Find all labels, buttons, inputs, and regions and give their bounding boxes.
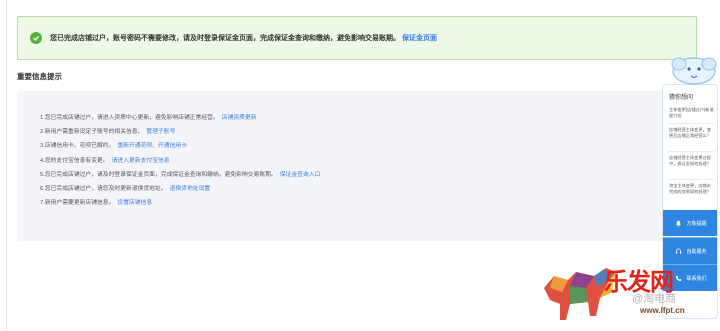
helper-question[interactable]: 淘宝主体变更，店铺未完成的交易如何处理？ [669,183,715,194]
helper-question[interactable]: 主体变更(店铺过户)新流程介绍 [669,107,715,118]
notice-text: 6.您已完成店铺过户，请您及时更新退换货地址。 [40,185,167,192]
notice-item: 5.您已完成店铺过户，请及时登录保证金页面，完成保证金查询和缴纳，避免影响交易账… [40,168,320,182]
notice-text: 4.您的支付宝信息有变更。 [40,157,109,164]
watermark-site: www.lfpt.cn [640,306,685,315]
divider [668,179,714,180]
page-left-border [6,0,7,331]
self-service-button[interactable]: 自助服务 [663,237,717,264]
contact-us-button-label: 联系我们 [686,275,707,282]
notice-link-qualification-update[interactable]: 店铺资质更新 [222,115,257,121]
success-message: 您已完成店铺过户，账号密码不需要修改，请及时登录保证金页面，完成保证金查询和缴纳… [50,33,437,43]
watermark-caption: @淘电商 [632,293,677,305]
notice-link-return-address[interactable]: 退换货地址设置 [170,186,211,192]
helper-question[interactable]: 店铺经营主体变更，变更后店铺正常经营么？ [669,127,715,138]
self-service-button-label: 自助服务 [686,248,707,255]
notice-item: 7.新用户需要更新店铺信息。 设置店铺信息 [40,196,320,210]
reminder-button[interactable]: 万象提醒 [663,210,717,236]
divider [668,123,714,124]
notice-text: 1.您已完成店铺过户，请进入资质中心更新，避免影响店铺正常经营。 [40,115,219,121]
notice-item: 4.您的支付宝信息有变更。 请进入更新支付宝信息 [40,154,320,168]
bell-icon [675,214,682,232]
divider [668,151,714,152]
phone-icon [675,269,682,287]
assistant-mascot-icon[interactable] [669,52,719,86]
notice-link-deposit-query[interactable]: 保证金查询入口 [280,172,321,178]
notice-link-manage-subaccount[interactable]: 管理子账号 [146,129,175,135]
deposit-page-link[interactable]: 保证金页面 [402,35,437,42]
notice-link-update-alipay[interactable]: 请进入更新支付宝信息 [112,158,170,164]
reminder-button-label: 万象提醒 [686,220,707,227]
check-circle-icon [30,32,42,44]
success-message-text: 您已完成店铺过户，账号密码不需要修改，请及时登录保证金页面，完成保证金查询和缴纳… [50,35,400,42]
notice-link-reopen-credit[interactable]: 重新开通花呗、开通信用卡 [117,143,187,149]
notice-text: 7.新用户需要更新店铺信息。 [40,200,115,207]
notice-item: 3.店铺信用卡、花呗已解约。 重新开通花呗、开通信用卡 [40,139,320,153]
notice-item: 2.新用户需重新设定子账号的相关信息。 管理子账号 [40,125,320,139]
notice-text: 5.您已完成店铺过户，请及时登录保证金页面，完成保证金查询和缴纳，避免影响交易账… [40,171,277,178]
headset-icon [675,242,682,260]
notice-list: 1.您已完成店铺过户，请进入资质中心更新，避免影响店铺正常经营。 店铺资质更新 2… [40,111,320,210]
notice-text: 3.店铺信用卡、花呗已解约。 [40,143,115,150]
section-title: 重要信息提示 [17,72,62,81]
success-banner: 您已完成店铺过户，账号密码不需要修改，请及时登录保证金页面，完成保证金查询和缴纳… [17,16,697,60]
helper-question[interactable]: 店铺经营主体变更过程中，保证金如何处理？ [669,155,715,166]
notice-item: 6.您已完成店铺过户，请您及时更新退换货地址。 退换货地址设置 [40,182,320,196]
helper-title: 猜你想问 [669,95,694,101]
notice-item: 1.您已完成店铺过户，请进入资质中心更新，避免影响店铺正常经营。 店铺资质更新 [40,111,320,125]
notice-link-store-info[interactable]: 设置店铺信息 [117,200,152,206]
notice-text: 2.新用户需重新设定子账号的相关信息。 [40,129,144,136]
